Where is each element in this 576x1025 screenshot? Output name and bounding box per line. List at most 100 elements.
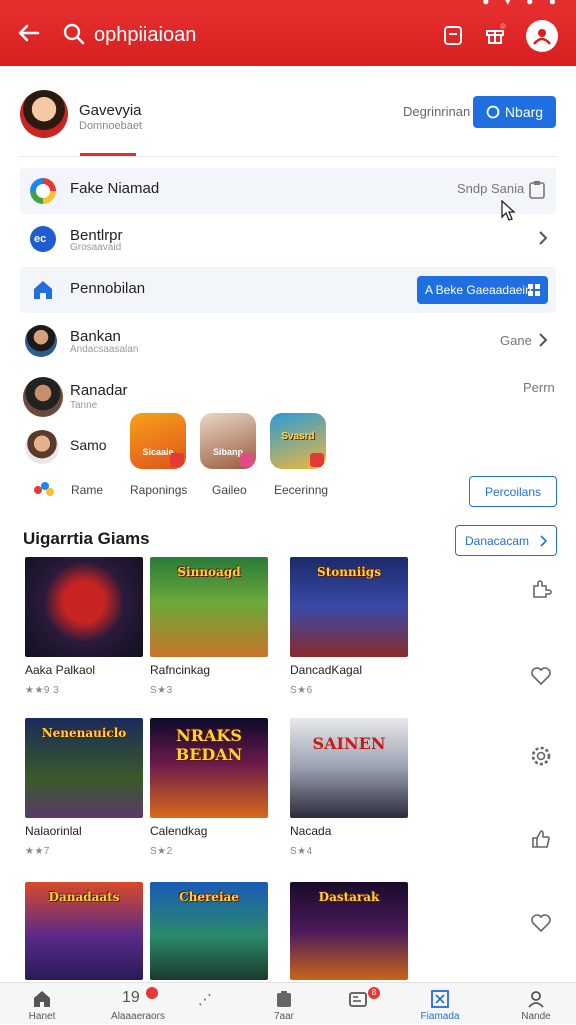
secondary-action-link[interactable]: Degrinrinan (403, 104, 470, 119)
game-art: Dastarak (290, 882, 408, 980)
avatar[interactable] (20, 90, 68, 138)
row-action-button[interactable]: A Beke Gaeaadaein (417, 276, 548, 304)
game-art-title: Dastarak (318, 890, 380, 904)
nav-label: Fiamada (420, 1011, 460, 1022)
game-card[interactable]: Danadaats (25, 882, 143, 980)
row-label: Ranadar (70, 382, 128, 399)
list-item[interactable]: Fake Niamad Sndp Sania (20, 168, 556, 214)
heart-outline-icon[interactable] (530, 912, 552, 934)
calendar-icon[interactable] (440, 22, 466, 48)
row-meta: Gane (500, 333, 532, 348)
game-art: Sinnoagd (150, 557, 268, 657)
chevron-right-icon (539, 231, 548, 245)
brand-icon: ec (30, 226, 56, 252)
game-art-title: SAINEN (312, 734, 386, 753)
category-label[interactable]: Raponings (130, 483, 187, 497)
nav-count: 19 (122, 989, 140, 1006)
row-subtitle: Tanne (70, 400, 98, 411)
nav-label: Hanet (28, 1011, 56, 1022)
search-icon[interactable] (62, 22, 86, 46)
game-card[interactable]: Stonniigs DancadKagal S★6 (290, 557, 408, 696)
category-label[interactable]: Rame (71, 483, 103, 497)
nav-item-games[interactable]: Fiamada (392, 983, 488, 1025)
app-tile[interactable]: Sibanp (200, 413, 256, 469)
game-card[interactable]: Dastarak (290, 882, 408, 980)
game-art: Stonniigs (290, 557, 408, 657)
divider (20, 156, 556, 157)
bottom-navigation: Hanet 19 Alaaaeraors ⋰ 7aar 8 Fiamada Na… (0, 982, 576, 1024)
clipboard-icon[interactable] (528, 180, 546, 200)
chevron-right-icon (539, 333, 548, 347)
row-subtitle: Grosaavaid (70, 242, 122, 253)
game-title: DancadKagal (290, 663, 363, 677)
game-card[interactable]: NRAKS BEDAN Calendkag S★2 (150, 718, 268, 857)
game-card[interactable]: Aaka Palkaol ★★9 3 (25, 557, 143, 696)
game-title: Rafncinkag (150, 663, 211, 677)
list-item[interactable]: Bankan Andacsaasalan Gane (20, 318, 556, 364)
status-bar-icons: ● ▾ ● ● (482, 0, 562, 8)
game-art-title: NRAKS BEDAN (175, 726, 243, 764)
game-rating: S★3 (150, 685, 173, 696)
dots-icon: ⋰ (198, 991, 212, 1007)
nav-item-profile[interactable]: Nande (488, 983, 576, 1025)
row-meta: Sndp Sania (457, 181, 525, 196)
section-action-button[interactable]: Danacacam (455, 525, 557, 556)
primary-action-label: Nbarg (504, 104, 544, 120)
back-arrow-icon[interactable] (14, 18, 44, 48)
row-subtitle: Andacsaasalan (70, 344, 139, 355)
game-art: Chereiae (150, 882, 268, 980)
game-art: Nenenauiclo (25, 718, 143, 818)
heart-icon[interactable] (530, 665, 552, 687)
game-art-title: Chereiae (179, 890, 239, 904)
game-art-title: Stonniigs (317, 565, 381, 579)
primary-action-button[interactable]: Nbarg (473, 96, 556, 128)
search-input[interactable]: ophpiiaioan (94, 24, 196, 47)
nav-item-home[interactable]: Hanet (0, 983, 90, 1025)
row-label: Samo (70, 437, 107, 453)
game-art-title: Sinnoagd (177, 565, 241, 579)
app-tile[interactable]: Sicaaie (130, 413, 186, 469)
profile-name: Gavevyia (79, 102, 142, 119)
badge (310, 453, 324, 467)
row-label: Fake Niamad (70, 180, 160, 197)
profile-icon (528, 991, 544, 1008)
puzzle-icon[interactable] (530, 578, 552, 600)
game-card[interactable]: Nenenauiclo Nalaorinlal ★★7 (25, 718, 143, 857)
list-item[interactable]: ec Bentlrpr Grosaavaid (20, 216, 556, 262)
row-meta: Perrn (523, 380, 555, 395)
category-label[interactable]: Gaileo (212, 483, 247, 497)
game-art (25, 557, 143, 657)
thumb-icon[interactable] (530, 828, 552, 850)
game-art-title: Danadaats (48, 890, 120, 904)
library-icon (349, 992, 367, 1007)
chevron-right-icon (540, 534, 548, 547)
app-tile[interactable]: Svasrd (270, 413, 326, 469)
google-icon (30, 178, 56, 204)
badge (240, 453, 254, 467)
game-art: SAINEN (290, 718, 408, 818)
settings-icon[interactable] (530, 745, 552, 767)
account-icon[interactable] (526, 20, 558, 52)
gift-icon[interactable] (482, 22, 508, 48)
avatar (23, 377, 63, 417)
section-action-label: Danacacam (464, 533, 530, 548)
personalize-button[interactable]: Percoilans (469, 476, 557, 507)
game-card[interactable]: Sinnoagd Rafncinkag S★3 (150, 557, 268, 696)
avatar[interactable] (25, 430, 59, 464)
game-rating: ★★9 3 (25, 685, 60, 696)
game-card[interactable]: Chereiae (150, 882, 268, 980)
grid-icon (528, 284, 540, 296)
category-label[interactable]: Eecerinng (274, 483, 328, 497)
list-item[interactable]: Pennobilan A Beke Gaeaadaein (20, 267, 556, 313)
app-tile-label: Svasrd (281, 431, 315, 442)
game-rating: ★★7 (25, 846, 50, 857)
game-title: Aaka Palkaol (25, 663, 96, 677)
game-rating: S★6 (290, 685, 313, 696)
game-rating: S★2 (150, 846, 173, 857)
game-card[interactable]: SAINEN Nacada S★4 (290, 718, 408, 857)
badge (170, 453, 184, 467)
game-rating: S★4 (290, 846, 313, 857)
section-title: Uigarrtia Giams (23, 529, 150, 548)
game-art: Danadaats (25, 882, 143, 980)
game-title: Nacada (290, 824, 332, 838)
